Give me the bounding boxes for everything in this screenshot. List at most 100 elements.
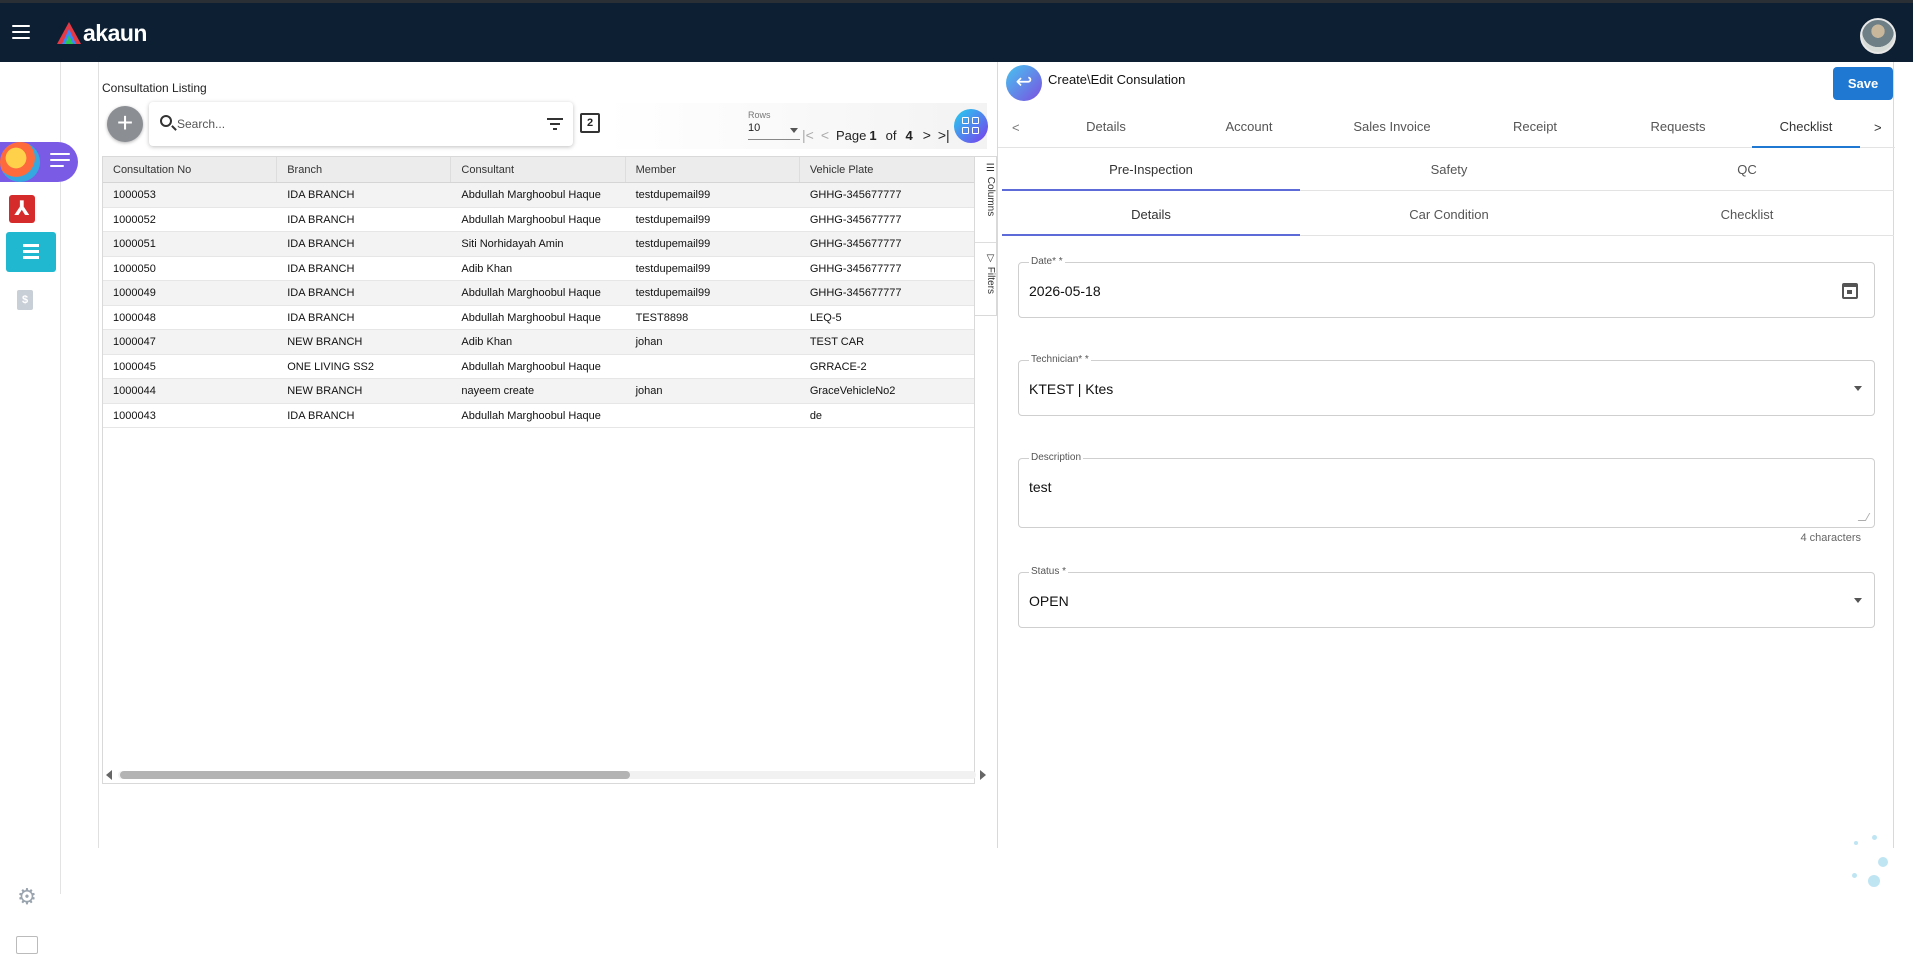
column-header[interactable]: Branch	[277, 157, 452, 182]
tab-qc[interactable]: QC	[1598, 149, 1896, 191]
table-cell: GRRACE-2	[809, 360, 867, 373]
first-page-icon[interactable]: |<	[802, 127, 814, 143]
menu-icon[interactable]	[12, 25, 30, 39]
table-cell: de	[809, 409, 823, 422]
table-row[interactable]: 1000045 ONE LIVING SS2 Abdullah Marghoobul…	[103, 355, 974, 379]
collapse-sidebar-icon[interactable]	[50, 153, 70, 169]
char-count: 4 characters	[1800, 532, 1861, 544]
table-cell: IDA BRANCH	[287, 311, 355, 324]
date-field[interactable]: Date* * 2026-05-18	[1018, 256, 1875, 318]
next-page-icon[interactable]: >	[923, 127, 931, 143]
scroll-thumb[interactable]	[120, 771, 630, 779]
chevron-left-icon[interactable]: <	[1012, 120, 1020, 135]
tab-details[interactable]: Details	[1046, 106, 1166, 148]
consultation-table: Consultation No Branch Consultant Member…	[102, 156, 975, 784]
brand-name: akaun	[83, 19, 147, 46]
column-header[interactable]: Consultant	[451, 157, 626, 182]
page-of-label: of	[885, 127, 897, 143]
last-page-icon[interactable]: >|	[938, 127, 950, 143]
table-row[interactable]: 1000052 IDA BRANCH Abdullah Marghoobul Haq…	[103, 208, 974, 232]
date-label: Date* *	[1029, 256, 1065, 267]
table-list-icon[interactable]	[6, 232, 56, 272]
tab-safety[interactable]: Safety	[1300, 149, 1598, 191]
akaun-logo-icon	[57, 22, 81, 44]
calendar-icon[interactable]	[1842, 283, 1858, 299]
table-cell: Abdullah Marghoobul Haque	[461, 287, 601, 299]
scroll-right-icon[interactable]	[980, 770, 986, 780]
grid-view-button[interactable]	[954, 109, 988, 143]
tab-receipt[interactable]: Receipt	[1475, 106, 1595, 148]
tab-pre-inspection[interactable]: Pre-Inspection	[1002, 149, 1300, 191]
tab-sales-invoice[interactable]: Sales Invoice	[1332, 106, 1452, 148]
copy-icon[interactable]: 2	[580, 113, 600, 133]
invoice-icon[interactable]: $	[17, 290, 33, 310]
table-cell: Adib Khan	[461, 262, 513, 275]
tab-sub-details[interactable]: Details	[1002, 194, 1300, 236]
rows-select[interactable]: 10	[748, 122, 800, 140]
panel-title: Create\Edit Consulation	[1048, 72, 1186, 87]
tab-sub-checklist[interactable]: Checklist	[1598, 194, 1896, 236]
broken-image-icon	[16, 936, 38, 954]
column-header[interactable]: Consultation No	[103, 157, 278, 182]
decorative-dots	[1850, 835, 1895, 890]
table-row[interactable]: 1000047 NEW BRANCH Adib Khan johan TEST CAR	[103, 330, 974, 355]
logo[interactable]: akaun	[57, 20, 147, 46]
pdf-icon[interactable]: ⅄	[9, 195, 35, 223]
table-cell: GHHG-345677777	[809, 238, 902, 250]
filters-tool[interactable]: ▽ Filters	[975, 253, 996, 313]
page-label: Page	[836, 127, 867, 143]
app-icon[interactable]	[0, 142, 40, 182]
table-cell: IDA BRANCH	[287, 238, 355, 250]
table-row[interactable]: 1000049 IDA BRANCH Abdullah Marghoobul Haq…	[103, 281, 974, 306]
description-textarea[interactable]: Description test	[1018, 452, 1875, 528]
tab-requests[interactable]: Requests	[1618, 106, 1738, 148]
table-row[interactable]: 1000050 IDA BRANCH Adib Khan testdupemail99…	[103, 257, 974, 281]
table-cell: TEST CAR	[809, 336, 865, 348]
save-button[interactable]: Save	[1833, 67, 1893, 100]
table-header: Consultation No Branch Consultant Member…	[103, 157, 974, 183]
pre-inspection-subtabs: Details Car Condition Checklist	[1002, 194, 1894, 236]
horizontal-scrollbar[interactable]	[102, 766, 996, 784]
resize-handle-icon[interactable]	[1857, 513, 1871, 521]
status-select[interactable]: Status * OPEN	[1018, 566, 1875, 628]
table-cell: Siti Norhidayah Amin	[461, 238, 564, 250]
columns-tool[interactable]: ☰ Columns	[975, 163, 996, 243]
table-cell: testdupemail99	[635, 189, 711, 201]
description-value: test	[1029, 479, 1052, 495]
main-tabs: < Details Account Sales Invoice Receipt …	[998, 106, 1895, 148]
tab-account[interactable]: Account	[1189, 106, 1309, 148]
table-cell: IDA BRANCH	[287, 189, 355, 201]
add-button[interactable]: +	[107, 106, 143, 142]
prev-page-icon[interactable]: <	[821, 127, 829, 143]
date-value: 2026-05-18	[1029, 283, 1101, 299]
rows-select-value: 10	[748, 122, 761, 134]
table-cell: 1000051	[113, 238, 156, 250]
table-row[interactable]: 1000043 IDA BRANCH Abdullah Marghoobul Haq…	[103, 404, 974, 428]
table-cell: testdupemail99	[635, 238, 711, 250]
tab-checklist[interactable]: Checklist	[1752, 106, 1860, 148]
back-button[interactable]: ↩	[1006, 65, 1042, 101]
column-header[interactable]: Member	[626, 157, 800, 182]
table-cell: NEW BRANCH	[287, 336, 363, 348]
tab-car-condition[interactable]: Car Condition	[1300, 194, 1598, 236]
table-row[interactable]: 1000051 IDA BRANCH Siti Norhidayah Amin tes…	[103, 232, 974, 257]
table-row[interactable]: 1000044 NEW BRANCH nayeem create johan Grace…	[103, 379, 974, 404]
filter-icon[interactable]	[547, 118, 563, 130]
table-cell: GHHG-345677777	[809, 213, 902, 226]
chevron-right-icon[interactable]: >	[1874, 120, 1882, 135]
left-rail: ⅄ $ ⚙	[0, 62, 78, 954]
table-cell: Abdullah Marghoobul Haque	[461, 311, 601, 324]
column-header[interactable]: Vehicle Plate	[800, 157, 974, 182]
table-cell: 1000052	[113, 213, 156, 226]
table-row[interactable]: 1000048 IDA BRANCH Abdullah Marghoobul Haq…	[103, 306, 974, 330]
avatar[interactable]	[1860, 18, 1896, 54]
table-row[interactable]: 1000053 IDA BRANCH Abdullah Marghoobul Haq…	[103, 183, 974, 208]
scroll-left-icon[interactable]	[106, 770, 112, 780]
page-title: Consultation Listing	[102, 81, 207, 95]
technician-label: Technician* *	[1029, 354, 1091, 365]
gear-icon[interactable]: ⚙	[16, 886, 38, 908]
search-input[interactable]	[177, 114, 527, 134]
technician-select[interactable]: Technician* * KTEST | Ktes	[1018, 354, 1875, 416]
consultation-listing-panel: Consultation Listing + 2 Rows 10 |< < Pa…	[98, 62, 997, 848]
table-cell: IDA BRANCH	[287, 409, 355, 422]
